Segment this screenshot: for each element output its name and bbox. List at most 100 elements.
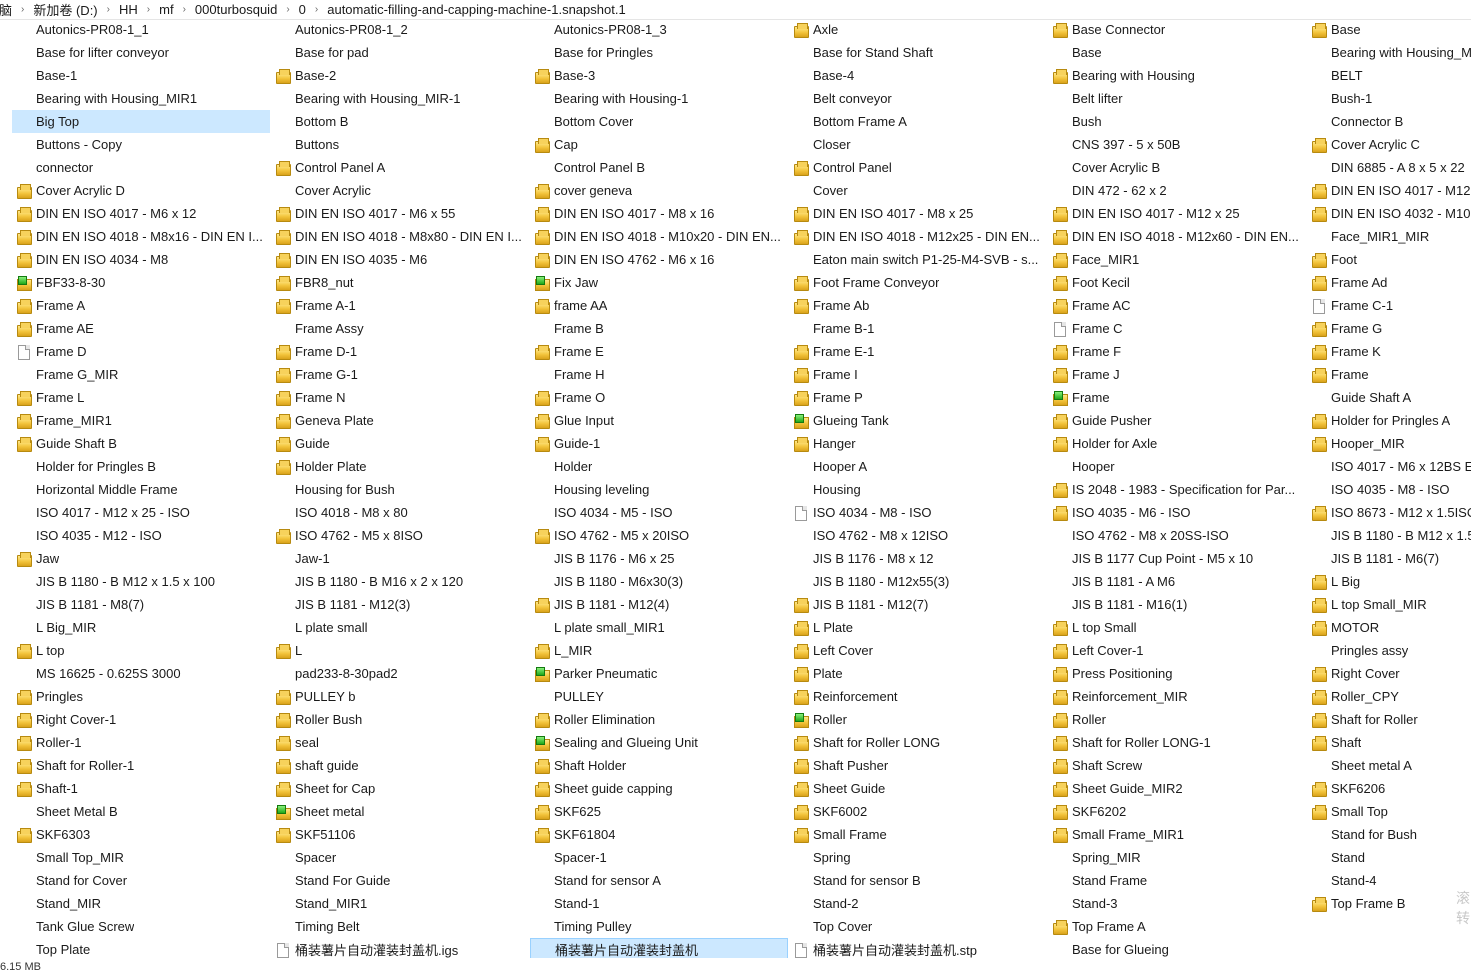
file-item[interactable]: Spring — [789, 846, 1047, 869]
file-item[interactable]: Frame O — [530, 386, 788, 409]
file-item[interactable]: Frame L — [12, 386, 270, 409]
file-item[interactable]: Bottom Frame A — [789, 110, 1047, 133]
file-item[interactable]: Bearing with Housing — [1048, 64, 1306, 87]
file-item[interactable]: ISO 4035 - M6 - ISO — [1048, 501, 1306, 524]
file-item[interactable]: DIN EN ISO 4035 - M6 — [271, 248, 529, 271]
file-item[interactable]: JIS B 1180 - M12x55(3) — [789, 570, 1047, 593]
file-item[interactable]: Face_MIR1 — [1048, 248, 1306, 271]
file-item[interactable]: DIN EN ISO 4762 - M6 x 16 — [530, 248, 788, 271]
file-item[interactable]: ISO 4035 - M8 - ISO — [1307, 478, 1471, 501]
file-item[interactable]: Spacer — [271, 846, 529, 869]
file-item[interactable]: Shaft-1 — [12, 777, 270, 800]
file-item[interactable]: Shaft for Roller — [1307, 708, 1471, 731]
file-item[interactable]: Small Top_MIR — [12, 846, 270, 869]
file-item[interactable]: Small Frame_MIR1 — [1048, 823, 1306, 846]
file-item[interactable]: Stand For Guide — [271, 869, 529, 892]
file-item[interactable]: Guide-1 — [530, 432, 788, 455]
file-item[interactable]: Frame E — [530, 340, 788, 363]
file-item[interactable]: Roller-1 — [12, 731, 270, 754]
file-item[interactable]: DIN EN ISO 4017 - M12 — [1307, 179, 1471, 202]
file-item[interactable]: Frame K — [1307, 340, 1471, 363]
file-item[interactable]: Belt conveyor — [789, 87, 1047, 110]
file-item[interactable]: ISO 8673 - M12 x 1.5ISO — [1307, 501, 1471, 524]
file-item[interactable]: Base for pad — [271, 41, 529, 64]
file-item[interactable]: Housing for Bush — [271, 478, 529, 501]
file-item[interactable]: Frame E-1 — [789, 340, 1047, 363]
file-item[interactable]: L_MIR — [530, 639, 788, 662]
chevron-right-icon[interactable]: › — [141, 4, 156, 15]
file-item[interactable]: Control Panel A — [271, 156, 529, 179]
file-item[interactable]: Roller — [1048, 708, 1306, 731]
file-item[interactable]: Cover — [789, 179, 1047, 202]
file-item[interactable]: Stand-4 — [1307, 869, 1471, 892]
file-item[interactable]: Sheet metal — [271, 800, 529, 823]
file-item[interactable]: Plate — [789, 662, 1047, 685]
file-item[interactable]: ISO 4762 - M8 x 12ISO — [789, 524, 1047, 547]
file-item[interactable]: Left Cover-1 — [1048, 639, 1306, 662]
file-item[interactable]: Cover Acrylic C — [1307, 133, 1471, 156]
file-item[interactable]: Frame C-1 — [1307, 294, 1471, 317]
file-item[interactable]: JIS B 1181 - M6(7) — [1307, 547, 1471, 570]
file-item[interactable]: BELT — [1307, 64, 1471, 87]
file-item[interactable]: Frame G — [1307, 317, 1471, 340]
file-item[interactable]: Tank Glue Screw — [12, 915, 270, 938]
file-item[interactable]: Stand for Cover — [12, 869, 270, 892]
file-item[interactable]: Jaw — [12, 547, 270, 570]
file-item[interactable]: DIN EN ISO 4017 - M6 x 55 — [271, 202, 529, 225]
file-item[interactable]: DIN EN ISO 4034 - M8 — [12, 248, 270, 271]
file-item[interactable]: ISO 4017 - M6 x 12BS E — [1307, 455, 1471, 478]
file-item[interactable]: Hooper A — [789, 455, 1047, 478]
file-item[interactable]: PULLEY b — [271, 685, 529, 708]
file-item[interactable]: L Big — [1307, 570, 1471, 593]
file-item[interactable]: Base-2 — [271, 64, 529, 87]
file-item[interactable]: DIN 6885 - A 8 x 5 x 22 — [1307, 156, 1471, 179]
file-item[interactable]: Control Panel B — [530, 156, 788, 179]
file-item[interactable]: Cover Acrylic — [271, 179, 529, 202]
file-item[interactable]: Face_MIR1_MIR — [1307, 225, 1471, 248]
file-item[interactable]: Connector B — [1307, 110, 1471, 133]
file-item[interactable]: Sheet Guide_MIR2 — [1048, 777, 1306, 800]
file-item[interactable]: SKF6303 — [12, 823, 270, 846]
file-item[interactable]: ISO 4762 - M5 x 8ISO — [271, 524, 529, 547]
file-item[interactable]: cover geneva — [530, 179, 788, 202]
file-item[interactable]: Base for Glueing — [1048, 938, 1306, 958]
file-item[interactable]: Top Frame A — [1048, 915, 1306, 938]
file-item[interactable]: Frame G_MIR — [12, 363, 270, 386]
file-item[interactable]: DIN EN ISO 4017 - M6 x 12 — [12, 202, 270, 225]
file-item[interactable]: Top Frame B — [1307, 892, 1471, 915]
file-item[interactable]: Autonics-PR08-1_3 — [530, 18, 788, 41]
file-item[interactable]: Stand for Bush — [1307, 823, 1471, 846]
file-item[interactable]: Parker Pneumatic — [530, 662, 788, 685]
file-item[interactable]: Stand-2 — [789, 892, 1047, 915]
file-item[interactable]: frame AA — [530, 294, 788, 317]
file-item[interactable]: Stand_MIR1 — [271, 892, 529, 915]
file-item[interactable]: shaft guide — [271, 754, 529, 777]
chevron-right-icon[interactable]: › — [177, 4, 192, 15]
breadcrumb-item[interactable]: HH — [116, 2, 141, 17]
file-item[interactable]: DIN EN ISO 4017 - M8 x 16 — [530, 202, 788, 225]
file-item[interactable]: pad233-8-30pad2 — [271, 662, 529, 685]
file-item[interactable]: Cover Acrylic D — [12, 179, 270, 202]
chevron-right-icon[interactable]: › — [309, 4, 324, 15]
file-item[interactable]: Geneva Plate — [271, 409, 529, 432]
file-item[interactable]: Stand for sensor B — [789, 869, 1047, 892]
file-item[interactable]: Eaton main switch P1-25-M4-SVB - s... — [789, 248, 1047, 271]
file-item[interactable]: Bush — [1048, 110, 1306, 133]
file-item[interactable]: Foot Frame Conveyor — [789, 271, 1047, 294]
file-item[interactable]: DIN EN ISO 4032 - M10 — [1307, 202, 1471, 225]
file-item[interactable]: ISO 4017 - M12 x 25 - ISO — [12, 501, 270, 524]
file-item[interactable]: FBF33-8-30 — [12, 271, 270, 294]
chevron-right-icon[interactable]: › — [280, 4, 295, 15]
file-item[interactable]: Frame I — [789, 363, 1047, 386]
file-item[interactable]: DIN EN ISO 4017 - M12 x 25 — [1048, 202, 1306, 225]
file-item[interactable]: Sheet for Cap — [271, 777, 529, 800]
file-item[interactable]: Stand Frame — [1048, 869, 1306, 892]
file-item[interactable]: Sheet guide capping — [530, 777, 788, 800]
file-item[interactable]: L — [271, 639, 529, 662]
file-item[interactable]: Stand — [1307, 846, 1471, 869]
file-item[interactable]: Frame — [1048, 386, 1306, 409]
file-item[interactable]: JIS B 1181 - M8(7) — [12, 593, 270, 616]
file-item[interactable]: Autonics-PR08-1_1 — [12, 18, 270, 41]
file-item[interactable]: JIS B 1180 - M6x30(3) — [530, 570, 788, 593]
file-item[interactable]: Hanger — [789, 432, 1047, 455]
